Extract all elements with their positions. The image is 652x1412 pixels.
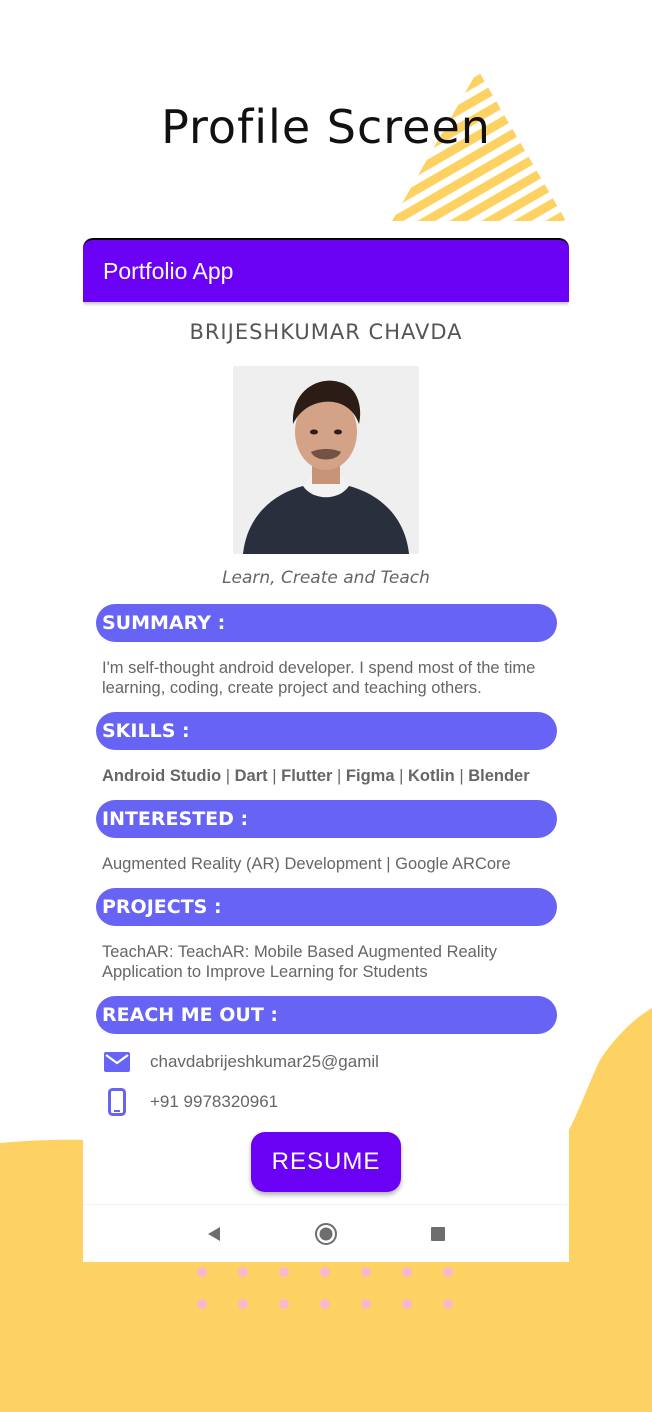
skills-header: SKILLS : [96, 712, 557, 750]
back-icon[interactable] [202, 1222, 226, 1246]
profile-tagline: Learn, Create and Teach [222, 568, 430, 588]
profile-photo [233, 366, 419, 554]
skill-item: Flutter [281, 767, 333, 785]
recents-icon[interactable] [426, 1222, 450, 1246]
profile-name: BRIJESHKUMAR CHAVDA [189, 320, 463, 344]
interested-text: Augmented Reality (AR) Development | Goo… [102, 855, 511, 873]
email-icon [103, 1048, 131, 1076]
reach-header: REACH ME OUT : [96, 996, 557, 1034]
summary-header: SUMMARY : [96, 604, 557, 642]
skill-item: Dart [234, 767, 268, 785]
interested-header: INTERESTED : [96, 800, 557, 838]
skill-item: Android Studio [102, 767, 222, 785]
skill-item: Blender [468, 767, 530, 785]
projects-text: TeachAR: TeachAR: Mobile Based Augmented… [102, 943, 498, 981]
phone-row[interactable]: +91 9978320961 [103, 1082, 569, 1122]
skill-item: Kotlin [407, 767, 455, 785]
navigation-bar [83, 1204, 569, 1262]
pink-dots-decoration [197, 1267, 453, 1309]
skill-item: Figma [345, 767, 395, 785]
poster-title: Profile Screen [161, 100, 491, 154]
app-bar: Portfolio App [83, 238, 569, 302]
home-icon[interactable] [314, 1222, 338, 1246]
skills-text: Android Studio | Dart | Flutter | Figma … [102, 767, 530, 785]
phone-text[interactable]: +91 9978320961 [150, 1092, 278, 1112]
phone-screen: Portfolio App BRIJESHKUMAR CHAVDA Learn,… [83, 238, 569, 1262]
email-row[interactable]: chavdabrijeshkumar25@gamil [103, 1042, 569, 1082]
phone-icon [103, 1088, 131, 1116]
email-text[interactable]: chavdabrijeshkumar25@gamil [150, 1052, 379, 1072]
resume-button[interactable]: RESUME [251, 1132, 401, 1192]
summary-text: I'm self-thought android developer. I sp… [102, 659, 536, 697]
projects-header: PROJECTS : [96, 888, 557, 926]
app-bar-title: Portfolio App [103, 257, 234, 284]
